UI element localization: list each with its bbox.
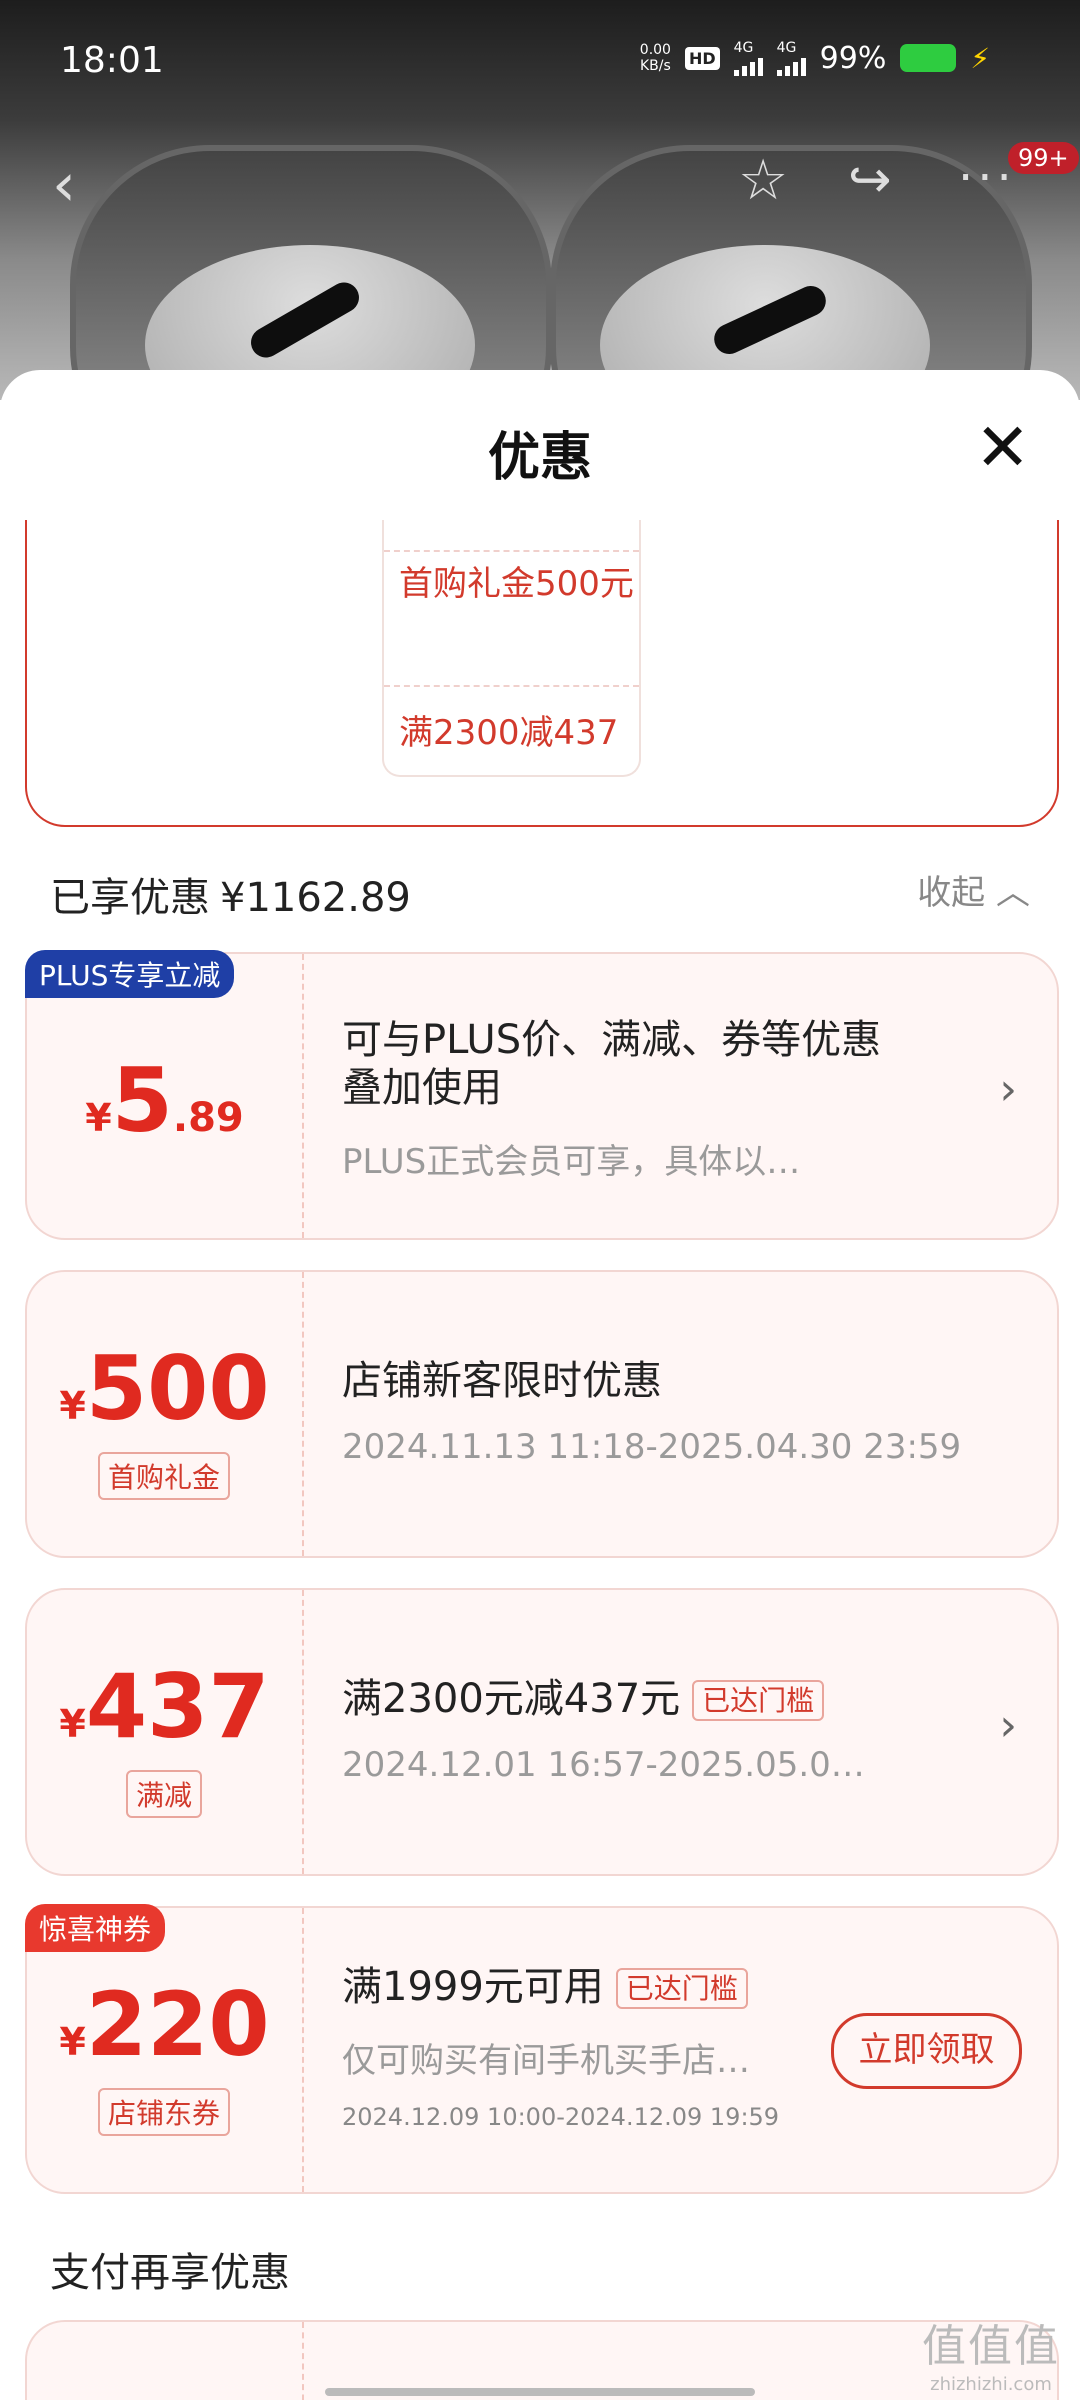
collapse-button[interactable]: 收起 ︿ (917, 865, 1030, 914)
ribbon-plus: PLUS专享立减 (25, 950, 235, 998)
signal-sim1-icon: 4G (733, 40, 763, 76)
coupon-validity: 2024.12.01 16:57-2025.05.0… (342, 1745, 865, 1785)
threshold-reached-badge: 已达门槛 (615, 1968, 748, 2009)
coupon-title: 满2300元减437元 已达门槛 (342, 1675, 825, 1725)
net-speed: 0.00 KB/s (639, 42, 671, 74)
more-badge: 99+ (1008, 142, 1079, 174)
sheet-title: 优惠 (487, 428, 592, 488)
discount-summary: 首购礼金500元 满2300减437 (25, 520, 1059, 827)
threshold-reached-badge: 已达门槛 (692, 1680, 825, 1721)
coupon-card-surprise[interactable]: 惊喜神券 ¥220 店铺东券 满1999元可用 已达门槛 仅可购买有间手机买手店…… (25, 1904, 1059, 2194)
coupon-validity: 2024.12.09 10:00-2024.12.09 19:59 (342, 2103, 780, 2131)
back-icon[interactable]: ‹ (52, 150, 76, 220)
coupon-validity: 2024.11.13 11:18-2025.04.30 23:59 (342, 1427, 962, 1467)
claim-button[interactable]: 立即领取 (831, 2013, 1022, 2089)
payment-section-title: 支付再享优惠 (50, 2250, 290, 2296)
watermark: 值值值 zhizhizhi.com (922, 2321, 1060, 2395)
ribbon-surprise: 惊喜神券 (25, 1904, 166, 1952)
coupon-scope: 仅可购买有间手机买手店… (342, 2041, 750, 2081)
enjoyed-amount: ¥1162.89 (220, 875, 411, 921)
coupon-card-threshold[interactable]: ¥437 满减 满2300元减437元 已达门槛 2024.12.01 16:57… (25, 1588, 1059, 1876)
charging-icon: ⚡ (970, 41, 990, 75)
coupon-title: 店铺新客限时优惠 (342, 1358, 662, 1404)
coupon-amount: ¥220 (59, 1973, 270, 2076)
coupon-title: 满1999元可用 已达门槛 (342, 1963, 748, 2013)
coupon-tag: 满减 (125, 1770, 203, 1818)
coupon-tag: 首购礼金 (97, 1452, 231, 1500)
chevron-right-icon[interactable]: › (999, 1064, 1017, 1115)
summary-gift-line: 首购礼金500元 (384, 550, 639, 606)
close-icon[interactable]: ✕ (975, 415, 1030, 481)
home-indicator[interactable] (325, 2388, 755, 2396)
coupon-amount: ¥500 (59, 1337, 270, 1440)
signal-sim2-icon: 4G (776, 40, 806, 76)
coupon-subtitle: PLUS正式会员可享，具体以… (342, 1142, 801, 1182)
star-icon[interactable]: ☆ (738, 148, 788, 213)
summary-mini-card: 首购礼金500元 满2300减437 (382, 520, 641, 777)
discount-sheet: 优惠 ✕ 首购礼金500元 满2300减437 已享优惠 ¥1162.89 收起 … (0, 370, 1080, 2400)
coupon-tag: 店铺东券 (97, 2088, 231, 2136)
product-image: 18:01 0.00 KB/s HD 4G 4G 99% ⚡ ‹ ☆ ↪ ···… (0, 0, 1080, 400)
coupon-card-gift[interactable]: ¥500 首购礼金 店铺新客限时优惠 2024.11.13 11:18-2025… (25, 1270, 1059, 1558)
hd-voice-icon: HD (684, 46, 720, 70)
coupon-amount: ¥5.89 (85, 1049, 244, 1152)
battery-percent: 99% (819, 40, 887, 76)
status-time: 18:01 (60, 40, 164, 81)
battery-icon (900, 44, 957, 72)
status-bar: 18:01 0.00 KB/s HD 4G 4G 99% ⚡ (0, 0, 1080, 120)
enjoyed-discount: 已享优惠 ¥1162.89 (50, 875, 411, 921)
coupon-amount: ¥437 (59, 1655, 270, 1758)
summary-threshold-line: 满2300减437 (384, 685, 639, 754)
coupon-title: 可与PLUS价、满减、券等优惠叠加使用 (342, 1017, 882, 1111)
share-icon[interactable]: ↪ (848, 150, 892, 210)
coupon-card-plus[interactable]: PLUS专享立减 ¥5.89 可与PLUS价、满减、券等优惠叠加使用 PLUS正… (25, 950, 1059, 1240)
chevron-right-icon[interactable]: › (999, 1700, 1017, 1751)
chevron-up-icon: ︿ (996, 873, 1030, 913)
